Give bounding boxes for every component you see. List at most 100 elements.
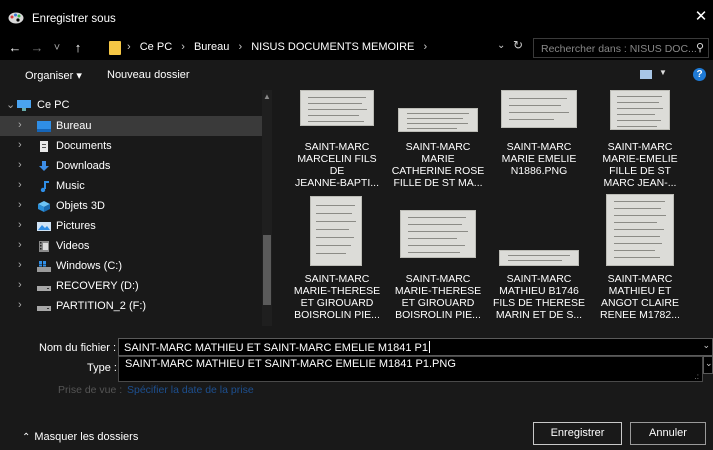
chevron-right-icon[interactable]: › [18,239,22,251]
view-icon [640,70,652,79]
back-arrow-icon[interactable]: ← [6,39,24,57]
chevron-down-icon[interactable]: ⌄ [6,98,15,111]
sidebar-item-label: Objets 3D [56,200,105,212]
file-list-scrollbar[interactable] [705,90,713,326]
chevron-right-icon[interactable]: › [18,179,22,191]
file-name-input[interactable]: SAINT-MARC MATHIEU ET SAINT-MARC EMELIE … [118,338,713,356]
sidebar-item-label: Videos [56,240,90,252]
new-folder-button[interactable]: Nouveau dossier [107,69,190,81]
text-caret [429,341,430,353]
hide-folders-toggle[interactable]: ⌃ Masquer les dossiers [22,431,138,443]
file-name: SAINT-MARC MARCELIN FILS DE JEANNE-BAPTI... [294,141,379,189]
chevron-right-icon[interactable]: › [18,279,22,291]
downloads-icon [39,161,49,171]
forward-arrow-icon[interactable]: → [28,39,46,57]
sidebar-item-partition-2-f[interactable]: › PARTITION_2 (F:) [0,296,262,316]
file-name: SAINT-MARC MARIE EMELIE N1886.PNG [501,141,577,177]
videos-icon [39,241,49,252]
sidebar-item-label: Ce PC [37,99,70,111]
sidebar-item-pictures[interactable]: › Pictures [0,216,262,236]
sidebar-item-documents[interactable]: › Documents [0,136,262,156]
breadcrumb-separator: › [127,41,131,53]
folder-icon [109,41,121,55]
chevron-down-icon: ⌄ [705,358,713,368]
organize-menu-button[interactable]: Organiser ▾ [25,69,82,82]
recent-locations-chevron-icon[interactable]: ˅ [50,39,64,57]
file-name: SAINT-MARC MATHIEU ET ANGOT CLAIRE RENEE M1… [600,273,680,321]
chevron-right-icon[interactable]: › [18,119,22,131]
sidebar-item-windows-c[interactable]: › Windows (C:) [0,256,262,276]
breadcrumb-nisus-documents-memoire[interactable]: NISUS DOCUMENTS MEMOIRE [251,41,414,53]
sidebar-item-label: RECOVERY (D:) [56,280,139,292]
navigation-bar: ← → ˅ ↑ › Ce PC › Bureau › NISUS DOCUMEN… [0,36,713,60]
scroll-up-icon[interactable]: ▲ [263,92,271,101]
file-type-label: Type : [87,362,117,374]
sidebar-item-label: PARTITION_2 (F:) [56,300,147,312]
cancel-button[interactable]: Annuler [630,422,706,445]
save-button[interactable]: Enregistrer [533,422,622,445]
chevron-down-icon[interactable]: ⌄ [702,340,710,351]
address-bar[interactable]: › Ce PC › Bureau › NISUS DOCUMENTS MEMOI… [107,38,527,58]
breadcrumb-separator: › [181,41,185,53]
refresh-icon[interactable]: ↻ [513,38,523,52]
scrollbar-thumb[interactable] [263,235,271,305]
breadcrumb-separator: › [238,41,243,53]
change-view-button[interactable]: ▼ [640,68,668,81]
date-taken-label: Prise de vue : [58,384,123,396]
file-type-dropdown[interactable]: ⌄ [703,356,713,374]
chevron-up-icon: ⌃ [22,432,31,443]
sidebar-scrollbar[interactable]: ▲ [262,90,272,326]
music-icon [40,181,49,192]
chevron-right-icon[interactable]: › [18,199,22,211]
cube-icon [38,201,50,212]
autocomplete-item[interactable]: SAINT-MARC MATHIEU ET SAINT-MARC EMELIE … [125,358,456,370]
sidebar-item-videos[interactable]: › Videos [0,236,262,256]
chevron-right-icon[interactable]: › [18,159,22,171]
search-box[interactable]: Rechercher dans : NISUS DOC... ⚲ [533,38,709,58]
address-dropdown-icon[interactable]: ⌄ [497,40,505,51]
date-taken-link[interactable]: Spécifier la date de la prise [127,384,254,396]
file-name-value: SAINT-MARC MATHIEU ET SAINT-MARC EMELIE … [124,341,430,354]
file-thumbnail [501,90,577,128]
drive-icon [37,306,51,311]
desktop-icon [37,121,51,132]
sidebar-item-label: Music [56,180,85,192]
resize-grip-icon[interactable]: .: [695,372,699,381]
sidebar-item-recovery-d[interactable]: › RECOVERY (D:) [0,276,262,296]
sidebar-item-label: Bureau [56,120,92,132]
chevron-right-icon[interactable]: › [18,219,22,231]
command-toolbar: Organiser ▾ Nouveau dossier ▼ ? [0,60,713,90]
file-name: SAINT-MARC MARIE-THERESE ET GIROUARD BOISRO… [394,273,482,321]
sidebar-item-label: Documents [56,140,112,152]
paint-palette-icon [8,12,24,24]
close-icon[interactable]: ✕ [693,8,709,26]
chevron-down-icon: ▼ [659,68,667,77]
windows-drive-icon [37,261,51,272]
sidebar-item-objets-3d[interactable]: › Objets 3D [0,196,262,216]
navigation-pane: ⌄ Ce PC › Bureau › Documents › Downloads… [0,90,272,326]
file-name: SAINT-MARC MARIE-EMELIE FILLE DE ST MARC JE… [602,141,678,189]
sidebar-item-bureau[interactable]: › Bureau [0,116,262,136]
sidebar-item-downloads[interactable]: › Downloads [0,156,262,176]
file-thumbnail [606,194,674,266]
chevron-right-icon[interactable]: › [18,139,22,151]
search-icon[interactable]: ⚲ [696,41,704,54]
chevron-right-icon[interactable]: › [18,299,22,311]
sidebar-item-label: Downloads [56,160,111,172]
file-thumbnail [310,196,362,266]
sidebar-item-music[interactable]: › Music [0,176,262,196]
breadcrumb-separator: › [423,41,428,53]
chevron-right-icon[interactable]: › [18,259,22,271]
file-thumbnail [300,90,374,126]
breadcrumb: › Ce PC › Bureau › NISUS DOCUMENTS MEMOI… [127,41,433,53]
breadcrumb-bureau[interactable]: Bureau [194,41,229,53]
up-arrow-icon[interactable]: ↑ [70,39,86,57]
file-name: SAINT-MARC MARIE-THERESE ET GIROUARD BOISRO… [293,273,381,321]
pictures-icon [37,222,51,231]
help-icon[interactable]: ? [693,68,706,81]
sidebar-item-ce-pc[interactable]: ⌄ Ce PC [0,95,262,115]
title-bar: Enregistrer sous ✕ [0,0,713,36]
file-name-label: Nom du fichier : [39,342,117,354]
window-title: Enregistrer sous [32,13,116,25]
breadcrumb-ce-pc[interactable]: Ce PC [140,41,172,53]
